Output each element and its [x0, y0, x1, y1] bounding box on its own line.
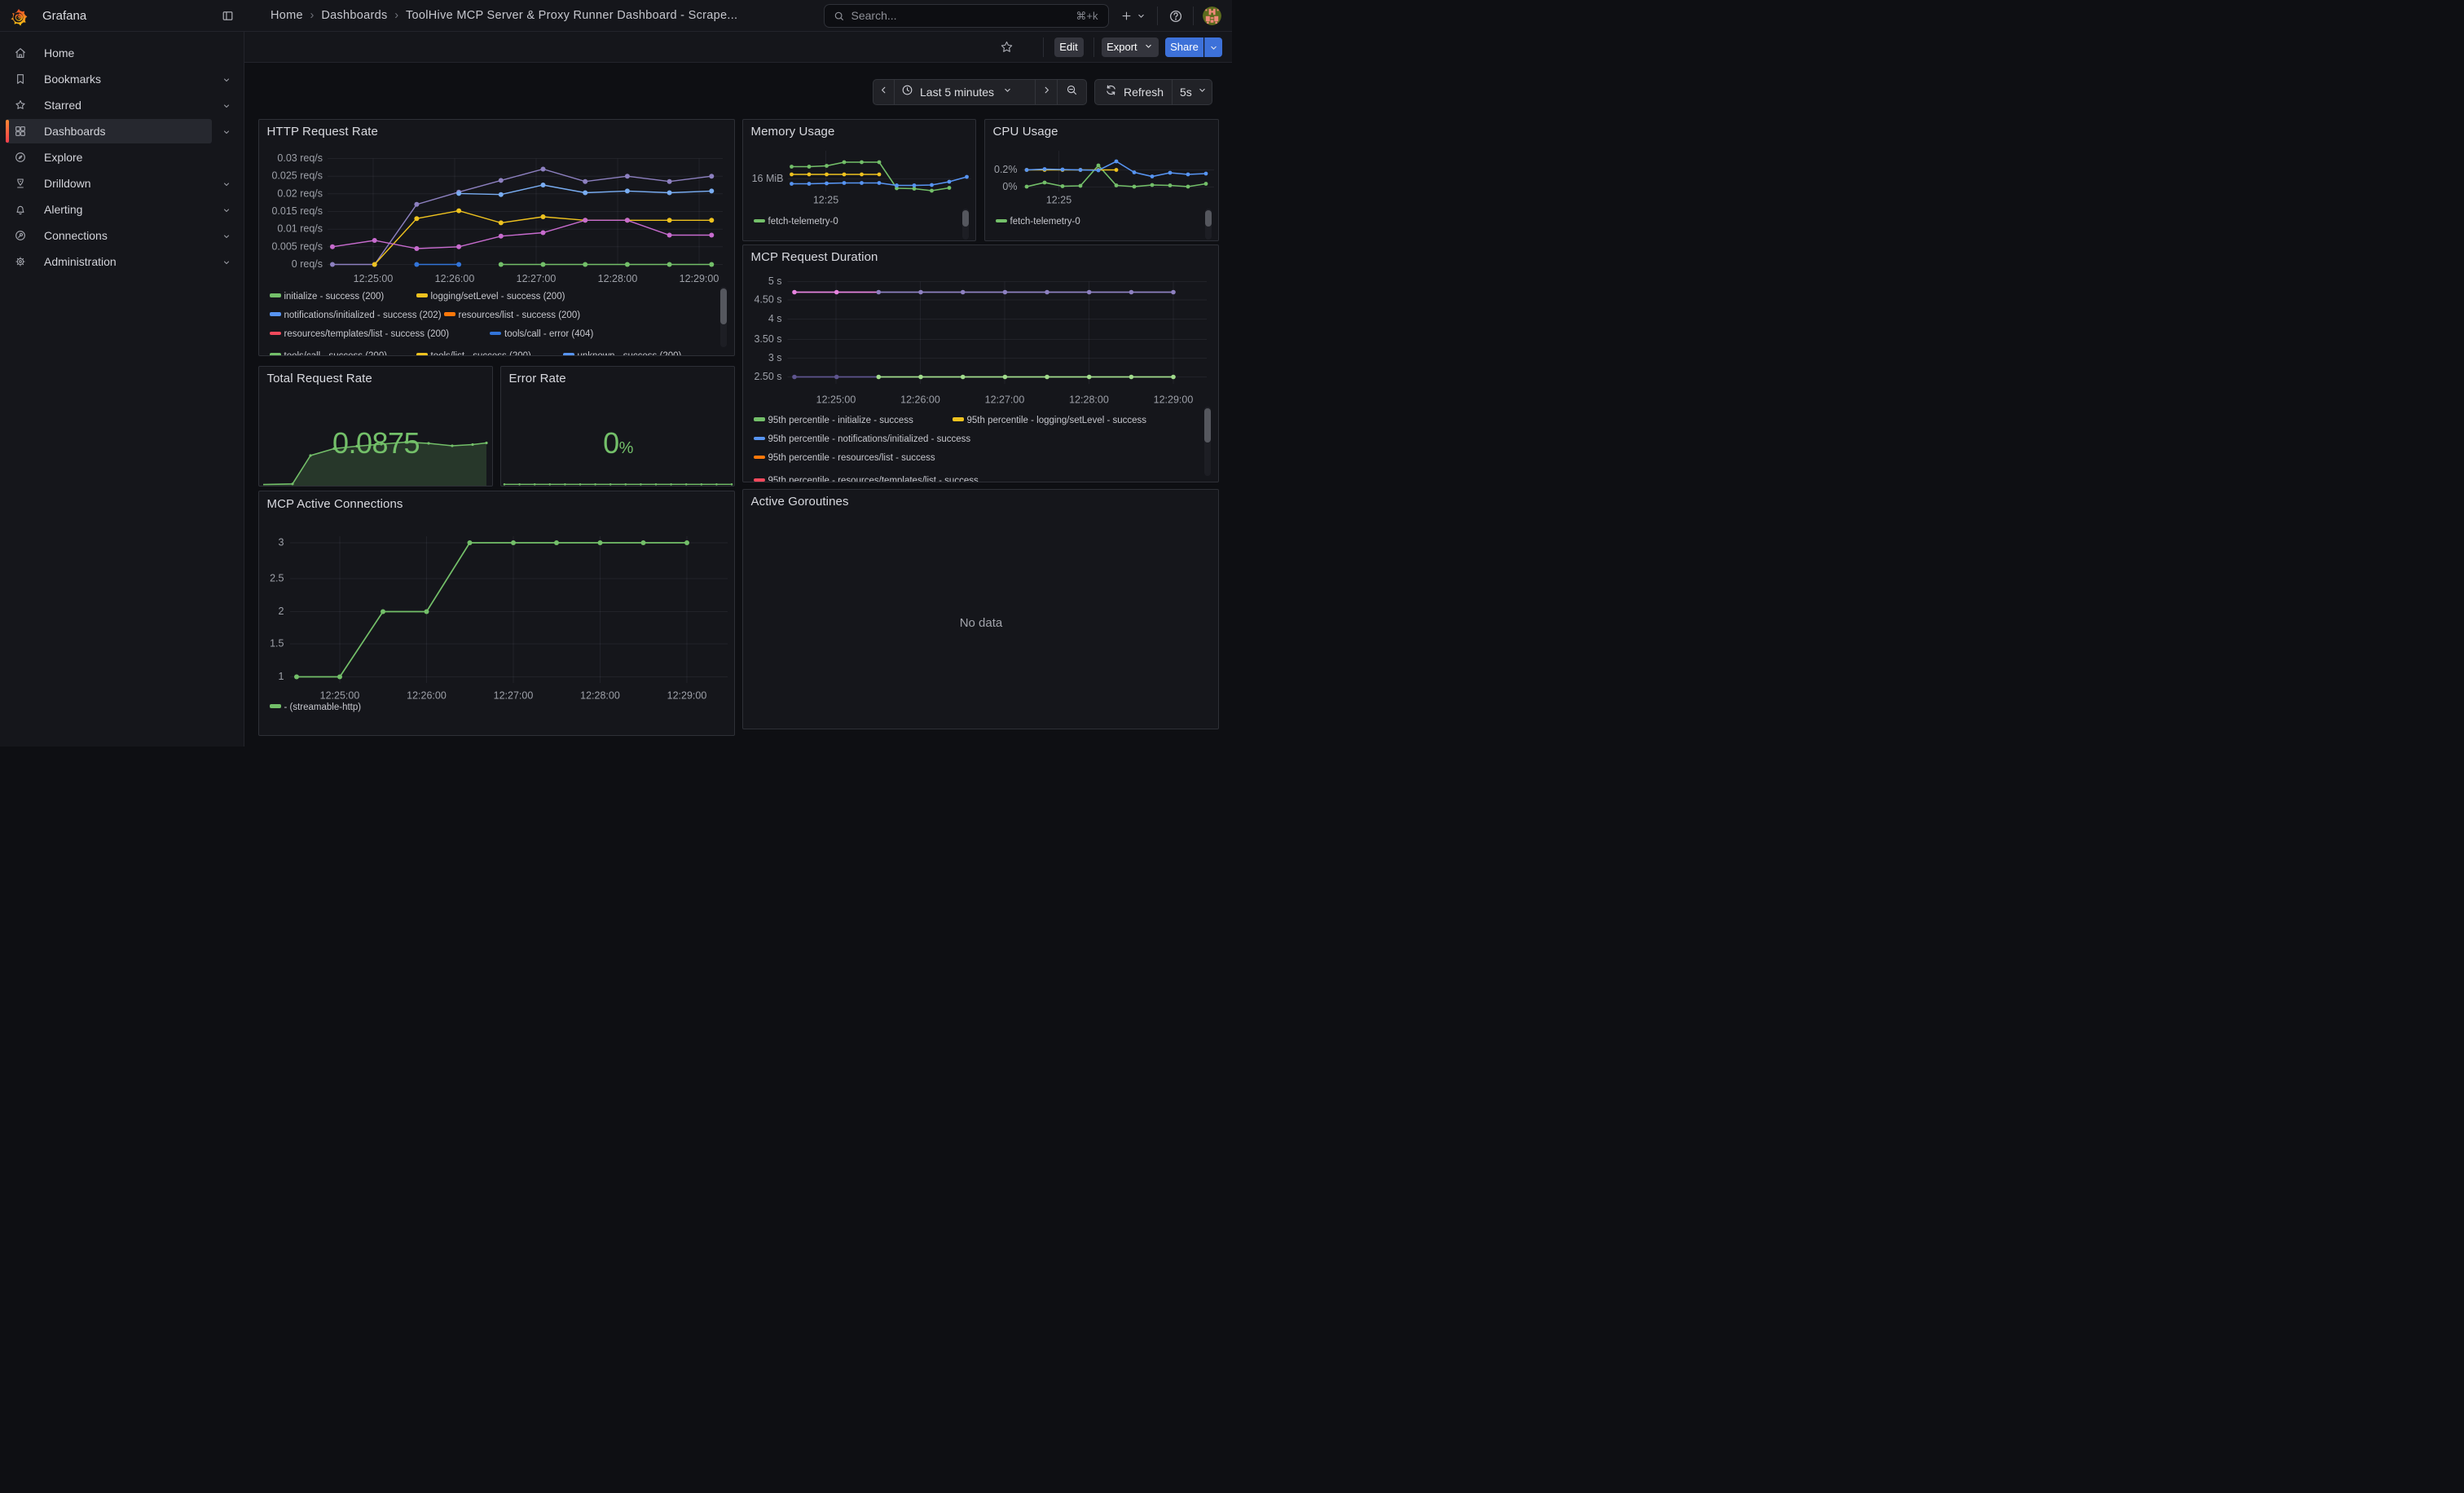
svg-text:3 s: 3 s [768, 352, 781, 363]
svg-text:12:26:00: 12:26:00 [900, 394, 940, 405]
svg-text:0.02 req/s: 0.02 req/s [277, 187, 323, 199]
svg-text:0.005 req/s: 0.005 req/s [271, 240, 323, 252]
svg-text:2.50 s: 2.50 s [754, 371, 781, 382]
svg-text:3.50 s: 3.50 s [754, 333, 781, 345]
svg-text:2: 2 [278, 606, 284, 617]
svg-text:12:28:00: 12:28:00 [1069, 394, 1109, 405]
svg-text:1: 1 [278, 671, 284, 682]
svg-text:5 s: 5 s [768, 275, 781, 287]
svg-text:12:29:00: 12:29:00 [1153, 394, 1193, 405]
svg-text:12:25:00: 12:25:00 [353, 273, 393, 284]
svg-text:12:28:00: 12:28:00 [580, 690, 620, 702]
svg-text:12:25: 12:25 [812, 194, 838, 205]
svg-text:4.50 s: 4.50 s [754, 293, 781, 305]
svg-text:16 MiB: 16 MiB [751, 173, 783, 184]
svg-text:12:25:00: 12:25:00 [319, 690, 359, 702]
svg-text:0.2%: 0.2% [994, 164, 1018, 175]
svg-text:12:27:00: 12:27:00 [984, 394, 1024, 405]
svg-text:12:27:00: 12:27:00 [493, 690, 533, 702]
svg-text:1.5: 1.5 [270, 638, 284, 650]
svg-text:0%: 0% [1002, 181, 1017, 192]
svg-text:12:25: 12:25 [1045, 194, 1071, 205]
svg-text:12:29:00: 12:29:00 [667, 690, 706, 702]
svg-text:0.025 req/s: 0.025 req/s [271, 170, 323, 181]
svg-text:12:26:00: 12:26:00 [407, 690, 447, 702]
svg-text:12:25:00: 12:25:00 [816, 394, 856, 405]
svg-text:0.03 req/s: 0.03 req/s [277, 152, 323, 164]
svg-text:12:29:00: 12:29:00 [679, 273, 719, 284]
svg-text:12:28:00: 12:28:00 [597, 273, 637, 284]
svg-text:3: 3 [278, 537, 284, 548]
svg-text:12:27:00: 12:27:00 [516, 273, 556, 284]
svg-text:12:26:00: 12:26:00 [434, 273, 474, 284]
svg-text:0.015 req/s: 0.015 req/s [271, 205, 323, 217]
svg-text:4 s: 4 s [768, 313, 781, 324]
svg-text:0.01 req/s: 0.01 req/s [277, 222, 323, 234]
svg-text:0 req/s: 0 req/s [291, 258, 322, 270]
svg-text:2.5: 2.5 [270, 573, 284, 584]
